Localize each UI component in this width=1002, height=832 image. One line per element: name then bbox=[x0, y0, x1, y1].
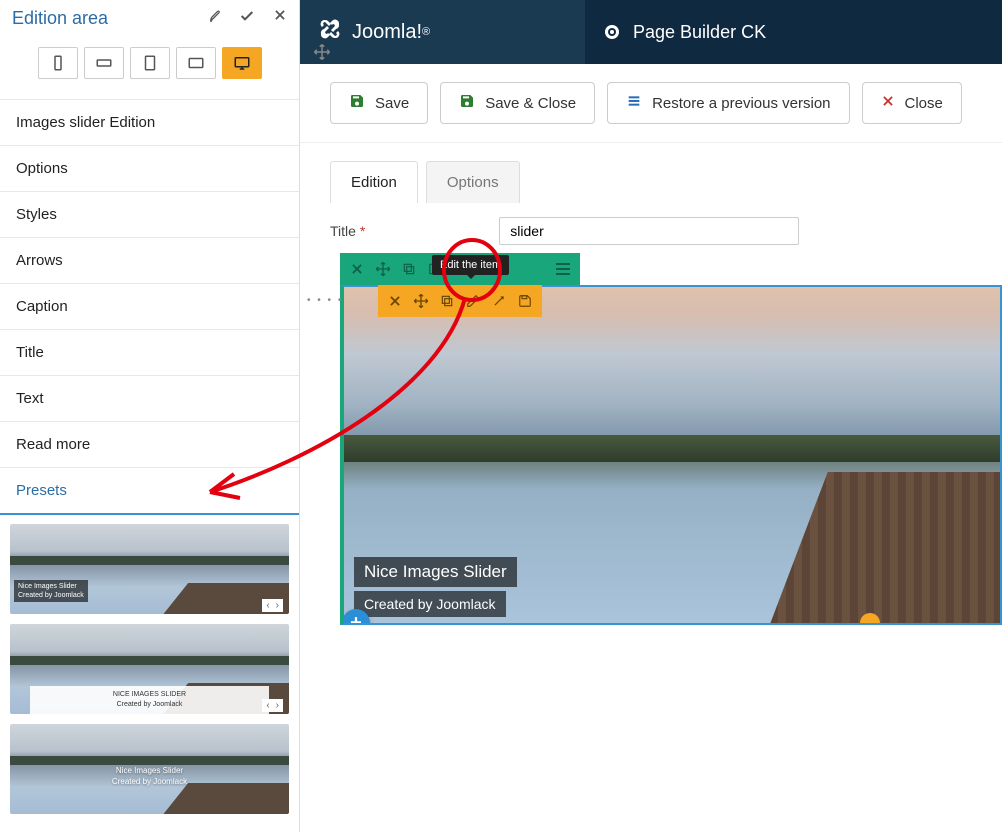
canvas-row: Edit the item Nice Images Slider Created… bbox=[340, 253, 1002, 625]
page-builder-text: Page Builder CK bbox=[633, 22, 766, 43]
slide-subcaption: Created by Joomlack bbox=[354, 591, 506, 617]
sidebar-header: Edition area bbox=[0, 0, 299, 37]
section-caption[interactable]: Caption bbox=[0, 283, 299, 330]
close-icon[interactable] bbox=[273, 8, 287, 29]
brush-icon[interactable] bbox=[205, 8, 221, 29]
preset-1-title: Nice Images Slider bbox=[18, 582, 84, 591]
preset-2-title: NICE IMAGES SLIDER bbox=[34, 690, 265, 700]
preset-3-subtitle: Created by Joomlack bbox=[10, 776, 289, 787]
tab-edition[interactable]: Edition bbox=[330, 161, 418, 203]
presets-list: Nice Images Slider Created by Joomlack ‹… bbox=[0, 514, 299, 824]
sidebar-title: Edition area bbox=[12, 8, 108, 29]
section-options[interactable]: Options bbox=[0, 145, 299, 192]
device-desktop[interactable] bbox=[222, 47, 262, 79]
row-menu-icon[interactable] bbox=[550, 257, 576, 281]
sidebar: Edition area bbox=[0, 0, 300, 832]
device-phone-landscape[interactable] bbox=[84, 47, 124, 79]
row-drag-handle[interactable] bbox=[310, 40, 334, 64]
save-button[interactable]: Save bbox=[330, 82, 428, 124]
section-title[interactable]: Title bbox=[0, 329, 299, 376]
joomla-brand-text: Joomla! bbox=[352, 21, 422, 44]
item-edit-icon[interactable] bbox=[460, 289, 486, 313]
slider-preview[interactable]: Nice Images Slider Created by Joomlack + bbox=[340, 285, 1002, 625]
item-copy-icon[interactable] bbox=[434, 289, 460, 313]
device-phone-portrait[interactable] bbox=[38, 47, 78, 79]
save-close-button[interactable]: Save & Close bbox=[440, 82, 595, 124]
preset-2-nav: ‹› bbox=[262, 699, 283, 712]
preset-1-nav: ‹› bbox=[262, 599, 283, 612]
save-icon bbox=[459, 93, 475, 113]
preset-1-subtitle: Created by Joomlack bbox=[18, 591, 84, 600]
section-styles[interactable]: Styles bbox=[0, 191, 299, 238]
section-read-more[interactable]: Read more bbox=[0, 421, 299, 468]
preset-1[interactable]: Nice Images Slider Created by Joomlack ‹… bbox=[10, 524, 289, 614]
device-tablet-landscape[interactable] bbox=[176, 47, 216, 79]
preset-3[interactable]: Nice Images Slider Created by Joomlack bbox=[10, 724, 289, 814]
section-arrows[interactable]: Arrows bbox=[0, 237, 299, 284]
close-button[interactable]: Close bbox=[862, 82, 962, 124]
item-move-icon[interactable] bbox=[408, 289, 434, 313]
title-label: Title * bbox=[330, 223, 365, 239]
action-bar: Save Save & Close Restore a previous ver… bbox=[300, 64, 1002, 143]
item-magic-icon[interactable] bbox=[486, 289, 512, 313]
preset-2[interactable]: NICE IMAGES SLIDER Created by Joomlack ‹… bbox=[10, 624, 289, 714]
section-presets[interactable]: Presets bbox=[0, 467, 299, 515]
item-toolbar bbox=[378, 285, 542, 317]
title-row: Title * bbox=[300, 203, 1002, 253]
title-input[interactable] bbox=[499, 217, 799, 245]
save-icon bbox=[349, 93, 365, 113]
close-icon bbox=[881, 94, 895, 112]
page-builder-brand: Page Builder CK bbox=[585, 0, 1002, 64]
item-close-icon[interactable] bbox=[382, 289, 408, 313]
row-copy-icon[interactable] bbox=[396, 257, 422, 281]
device-selector bbox=[0, 37, 299, 99]
radio-icon bbox=[605, 25, 619, 39]
slide-caption: Nice Images Slider bbox=[354, 557, 517, 587]
device-tablet-portrait[interactable] bbox=[130, 47, 170, 79]
tooltip: Edit the item bbox=[432, 255, 509, 275]
tabs: Edition Options bbox=[300, 143, 1002, 203]
item-save-icon[interactable] bbox=[512, 289, 538, 313]
row-close-icon[interactable] bbox=[344, 257, 370, 281]
section-text[interactable]: Text bbox=[0, 375, 299, 422]
restore-button[interactable]: Restore a previous version bbox=[607, 82, 849, 124]
main-area: Joomla!® Page Builder CK Save Save & Clo… bbox=[300, 0, 1002, 832]
check-icon[interactable] bbox=[239, 8, 255, 29]
row-move-icon[interactable] bbox=[370, 257, 396, 281]
preset-3-title: Nice Images Slider bbox=[10, 765, 289, 776]
joomla-brand: Joomla!® bbox=[300, 0, 585, 64]
section-images-slider-edition[interactable]: Images slider Edition bbox=[0, 99, 299, 146]
tab-options[interactable]: Options bbox=[426, 161, 520, 203]
restore-icon bbox=[626, 93, 642, 113]
topbar: Joomla!® Page Builder CK bbox=[300, 0, 1002, 64]
resize-dots[interactable]: • • • • bbox=[307, 295, 343, 306]
preset-2-subtitle: Created by Joomlack bbox=[34, 700, 265, 710]
